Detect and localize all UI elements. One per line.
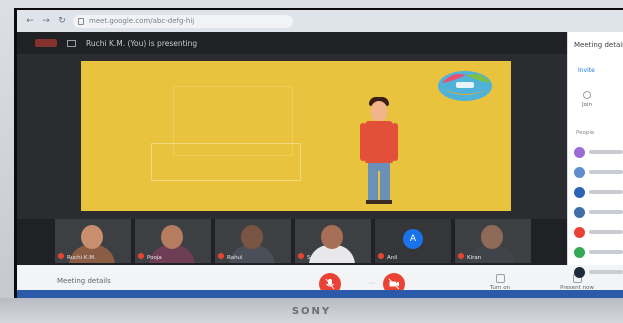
arrow-right-icon[interactable]: → xyxy=(41,16,51,26)
meeting-details-panel: Meeting details Invite Join People xyxy=(567,32,623,278)
invite-button[interactable]: Invite xyxy=(578,67,595,74)
people-list-item[interactable] xyxy=(574,262,623,282)
participant-face xyxy=(81,225,103,249)
participant-avatar: A xyxy=(403,229,423,249)
person-name-placeholder xyxy=(589,150,623,154)
participant-tile[interactable]: Pooja xyxy=(135,219,211,263)
participant-tile[interactable]: A Anil xyxy=(375,219,451,263)
browser-toolbar: ← → ↻ meet.google.com/abc-defg-hij xyxy=(17,10,623,32)
meeting-details-button[interactable]: Meeting details xyxy=(57,277,111,285)
mic-muted-icon xyxy=(378,253,384,259)
people-list-item[interactable] xyxy=(574,222,623,242)
presenting-label: Ruchi K.M. (You) is presenting xyxy=(86,38,198,48)
mic-muted-icon xyxy=(458,253,464,259)
participant-name: Kiran xyxy=(467,255,482,261)
person-avatar xyxy=(574,246,585,258)
recording-indicator xyxy=(35,39,57,47)
present-screen-icon xyxy=(67,39,76,47)
participant-tile[interactable]: Rahul xyxy=(215,219,291,263)
mic-muted-icon xyxy=(58,253,64,259)
people-list-item[interactable] xyxy=(574,162,623,182)
people-list-item[interactable] xyxy=(574,242,623,262)
camera-off-icon xyxy=(388,278,400,290)
person-avatar xyxy=(574,186,585,198)
mic-muted-icon xyxy=(218,253,224,259)
participant-tile[interactable]: Suresh xyxy=(295,219,371,263)
people-list-item[interactable] xyxy=(574,182,623,202)
arrow-left-icon[interactable]: ← xyxy=(25,16,35,26)
os-taskbar xyxy=(17,290,623,298)
participant-face xyxy=(321,225,343,249)
person-avatar xyxy=(574,166,585,178)
character-leg-gap xyxy=(378,171,380,201)
mic-muted-icon xyxy=(298,253,304,259)
participant-face xyxy=(241,225,263,249)
mic-off-icon xyxy=(325,278,335,290)
participant-name: Suresh xyxy=(307,255,326,261)
participant-face xyxy=(481,225,503,249)
captions-icon xyxy=(495,274,505,283)
participant-tile[interactable]: Ruchi K.M. xyxy=(55,219,131,263)
person-name-placeholder xyxy=(589,270,623,274)
participant-tile[interactable]: Kiran xyxy=(455,219,531,263)
person-avatar xyxy=(574,266,585,278)
join-icon xyxy=(583,91,591,99)
join-label: Join xyxy=(582,102,593,108)
people-count: People xyxy=(576,130,595,136)
person-avatar xyxy=(574,226,585,238)
person-avatar xyxy=(574,206,585,218)
participant-name: Pooja xyxy=(147,255,162,261)
address-bar-url: meet.google.com/abc-defg-hij xyxy=(89,16,195,25)
person-avatar xyxy=(574,146,585,158)
character-head xyxy=(371,101,387,121)
person-name-placeholder xyxy=(589,190,623,194)
reload-icon[interactable]: ↻ xyxy=(57,16,67,26)
participant-name: Ruchi K.M. xyxy=(67,255,96,261)
participant-name: Rahul xyxy=(227,255,243,261)
people-list xyxy=(574,142,623,282)
lock-icon xyxy=(78,17,84,25)
address-bar[interactable]: meet.google.com/abc-defg-hij xyxy=(73,14,293,28)
laptop-brand: SONY xyxy=(291,306,332,317)
presentation-stage xyxy=(17,54,567,219)
meeting-top-bar: Ruchi K.M. (You) is presenting xyxy=(17,32,567,54)
participant-strip: Ruchi K.M. Pooja Rahul Suresh A Anil Kiran xyxy=(17,219,567,265)
laptop-screen: ← → ↻ meet.google.com/abc-defg-hij Ruchi… xyxy=(14,8,623,298)
end-call-button[interactable]: ⋯ xyxy=(369,279,376,287)
person-name-placeholder xyxy=(589,210,623,214)
character-shoes xyxy=(366,200,392,204)
panel-title: Meeting details xyxy=(574,41,623,49)
person-name-placeholder xyxy=(589,250,623,254)
join-button[interactable]: Join xyxy=(582,91,592,108)
slide-background-shelf xyxy=(151,143,301,181)
person-name-placeholder xyxy=(589,170,623,174)
people-list-item[interactable] xyxy=(574,202,623,222)
person-name-placeholder xyxy=(589,230,623,234)
people-list-item[interactable] xyxy=(574,142,623,162)
participant-face xyxy=(161,225,183,249)
mic-muted-icon xyxy=(138,253,144,259)
slide-logo-icon xyxy=(438,71,492,101)
participant-name: Anil xyxy=(387,255,398,261)
shared-slide xyxy=(81,61,511,211)
character-body xyxy=(365,121,393,163)
